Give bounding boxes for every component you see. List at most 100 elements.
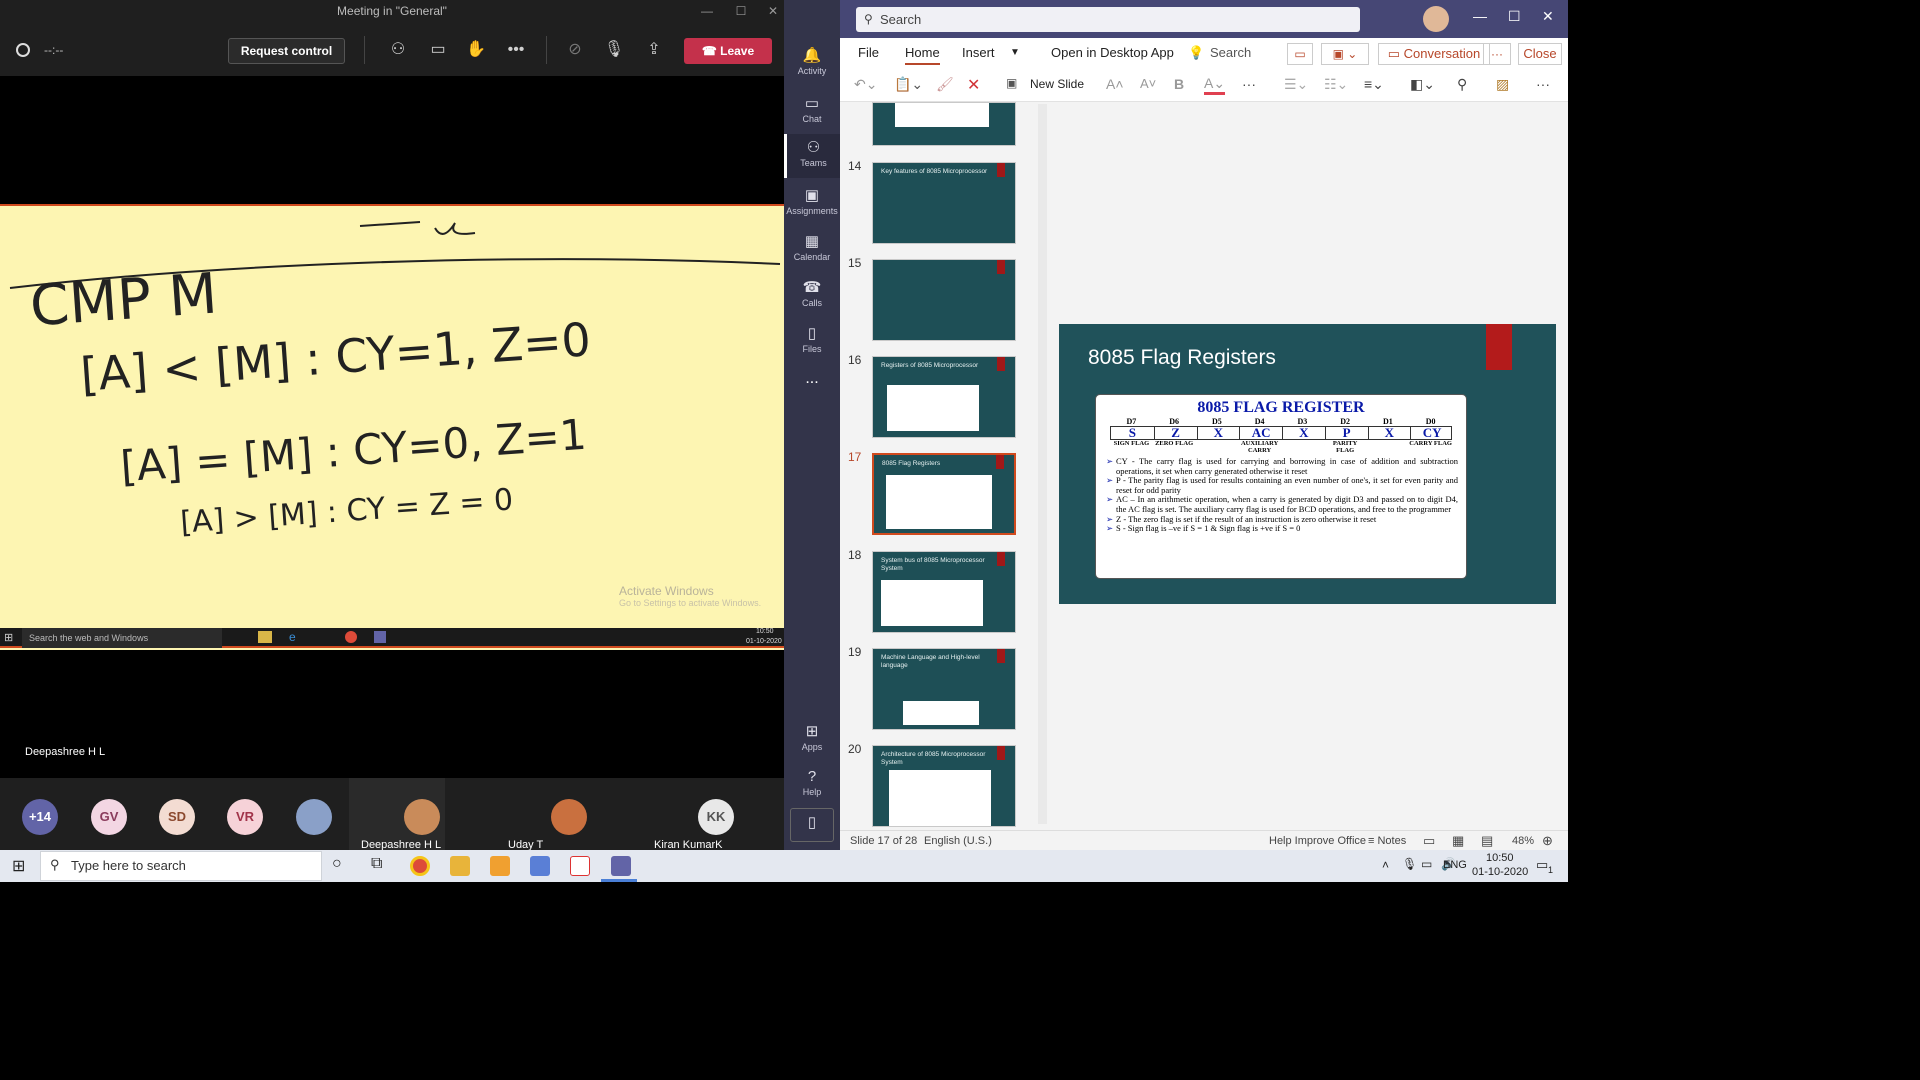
app-icon[interactable]	[570, 856, 590, 876]
avatar[interactable]: GV	[91, 799, 127, 835]
designer-icon[interactable]: ▨	[1496, 76, 1509, 93]
avatar[interactable]: KK	[698, 799, 734, 835]
clock-time[interactable]: 10:50	[1486, 852, 1514, 864]
help-improve-link[interactable]: Help Improve Office	[1269, 835, 1366, 847]
app-icon[interactable]	[490, 856, 510, 876]
slide-thumbnail-16[interactable]: Registers of 8085 Microprocessor	[872, 356, 1016, 438]
maximize-button[interactable]: ☐	[1508, 8, 1521, 25]
bold-icon[interactable]: B	[1174, 76, 1184, 92]
flag-cell: AC	[1239, 426, 1282, 439]
slide-sorter-icon[interactable]: ▦	[1452, 833, 1464, 849]
language-status[interactable]: English (U.S.)	[924, 835, 992, 847]
rail-item-teams[interactable]: ⚇ Teams	[784, 134, 840, 178]
device-button[interactable]: ▯	[790, 808, 834, 842]
more-commands-icon[interactable]: ···	[1536, 76, 1550, 92]
slide-thumbnail-19[interactable]: Machine Language and High-level language	[872, 648, 1016, 730]
rail-item-help[interactable]: ? Help	[784, 764, 840, 808]
slide-thumbnail-18[interactable]: System bus of 8085 Microprocessor System	[872, 551, 1016, 633]
reading-view-icon[interactable]: ▤	[1481, 833, 1493, 849]
app-icon[interactable]	[530, 856, 550, 876]
mic-icon[interactable]: 🎙	[601, 37, 627, 63]
paste-icon[interactable]: 📋⌄	[894, 76, 923, 93]
normal-view-icon[interactable]: ▭	[1423, 833, 1435, 849]
participant-strip: +14 GV SD VR Deepashree H L Uday T KK Ki…	[0, 778, 784, 851]
clock-date[interactable]: 01-10-2020	[1472, 866, 1528, 878]
tab-file[interactable]: File	[858, 45, 879, 60]
chevron-up-icon[interactable]: ˄	[1382, 858, 1389, 872]
cortana-icon[interactable]: ○	[332, 855, 342, 873]
slide-thumbnail-15[interactable]	[872, 259, 1016, 341]
font-grow-icon[interactable]: A˄	[1106, 76, 1124, 92]
avatar[interactable]: SD	[159, 799, 195, 835]
rail-item-activity[interactable]: 🔔 Activity	[784, 42, 840, 86]
close-window-button[interactable]: ✕	[1542, 8, 1554, 25]
comment-icon[interactable]: ▭	[1287, 43, 1313, 65]
teams-icon[interactable]	[611, 856, 631, 876]
font-color-icon[interactable]: A⌄	[1204, 75, 1226, 95]
taskbar-search-input[interactable]: Type here to search	[40, 851, 322, 881]
rail-item-calls[interactable]: ☎ Calls	[784, 274, 840, 318]
chevron-down-icon[interactable]: ▼	[1010, 47, 1020, 58]
search-input[interactable]: Search	[856, 7, 1360, 32]
tab-insert[interactable]: Insert	[962, 45, 995, 60]
overflow-avatar[interactable]: +14	[22, 799, 58, 835]
tab-home[interactable]: Home	[905, 45, 940, 65]
participants-icon[interactable]: ⚇	[385, 37, 411, 63]
format-painter-icon[interactable]: 🖌	[936, 76, 954, 93]
more-font-icon[interactable]: ···	[1242, 76, 1256, 92]
minimize-button[interactable]: —	[692, 2, 722, 20]
notification-icon[interactable]: ▭	[1536, 857, 1548, 873]
slide-thumbnail[interactable]	[872, 102, 1016, 146]
request-control-button[interactable]: Request control	[228, 38, 345, 64]
find-icon[interactable]: ⚲	[1457, 76, 1467, 93]
maximize-button[interactable]: ☐	[726, 2, 756, 20]
chat-icon[interactable]: ▭	[425, 37, 451, 63]
file-explorer-icon[interactable]	[450, 856, 470, 876]
main-slide[interactable]: 8085 Flag Registers 8085 FLAG REGISTER D…	[1059, 324, 1556, 604]
rail-item-assignments[interactable]: ▣ Assignments	[784, 182, 840, 226]
mic-icon[interactable]: 🎙	[1402, 857, 1417, 871]
raise-hand-icon[interactable]: ✋	[463, 37, 489, 63]
rail-more[interactable]: ...	[784, 370, 840, 414]
align-icon[interactable]: ≡⌄	[1364, 76, 1384, 93]
tell-me-search[interactable]: Search	[1210, 45, 1251, 60]
conversation-button[interactable]: ▭ Conversation	[1378, 43, 1490, 65]
fit-slide-icon[interactable]: ⊕	[1542, 833, 1553, 849]
shapes-icon[interactable]: ◧⌄	[1410, 76, 1435, 93]
leave-button[interactable]: ☎ Leave	[684, 38, 772, 64]
rail-item-calendar[interactable]: ▦ Calendar	[784, 228, 840, 272]
avatar-photo[interactable]	[551, 799, 587, 835]
slide-thumbnail-14[interactable]: Key features of 8085 Microprocessor	[872, 162, 1016, 244]
slide-thumbnail-17-selected[interactable]: 8085 Flag Registers	[872, 453, 1016, 535]
open-desktop-button[interactable]: Open in Desktop App	[1051, 45, 1174, 60]
network-icon[interactable]: ▭	[1421, 857, 1432, 871]
language-indicator[interactable]: ENG	[1443, 859, 1467, 871]
notes-button[interactable]: ≡ Notes	[1368, 835, 1406, 847]
more-options-button[interactable]: ···	[1483, 43, 1511, 65]
bullets-icon[interactable]: ☰⌄	[1284, 76, 1308, 93]
thumbnails-scrollbar[interactable]	[1038, 104, 1047, 824]
undo-icon[interactable]: ↶⌄	[854, 76, 877, 93]
numbering-icon[interactable]: ☷⌄	[1324, 76, 1348, 93]
more-actions-icon[interactable]: •••	[503, 37, 529, 63]
start-icon[interactable]: ⊞	[12, 856, 25, 876]
new-slide-icon[interactable]: ▣	[1006, 76, 1017, 90]
user-avatar[interactable]	[1423, 6, 1449, 32]
present-icon[interactable]: ▣ ⌄	[1321, 43, 1369, 65]
delete-icon[interactable]: ✕	[967, 75, 980, 95]
zoom-level[interactable]: 48%	[1512, 835, 1534, 847]
task-view-icon[interactable]: ⧉	[371, 855, 382, 873]
rail-item-files[interactable]: ▯ Files	[784, 320, 840, 364]
new-slide-button[interactable]: New Slide	[1030, 77, 1084, 91]
avatar[interactable]: VR	[227, 799, 263, 835]
rail-item-chat[interactable]: ▭ Chat	[784, 90, 840, 134]
font-shrink-icon[interactable]: A˅	[1140, 76, 1156, 91]
rail-item-apps[interactable]: ⊞ Apps	[784, 718, 840, 762]
camera-off-icon[interactable]: ⊘	[562, 37, 588, 63]
avatar-photo[interactable]	[296, 799, 332, 835]
minimize-button[interactable]: —	[1473, 8, 1487, 24]
chrome-icon[interactable]	[410, 856, 430, 876]
share-screen-icon[interactable]: ⇪	[641, 37, 667, 63]
slide-thumbnail-20[interactable]: Architecture of 8085 Microprocessor Syst…	[872, 745, 1016, 827]
close-button[interactable]: Close	[1518, 43, 1562, 65]
